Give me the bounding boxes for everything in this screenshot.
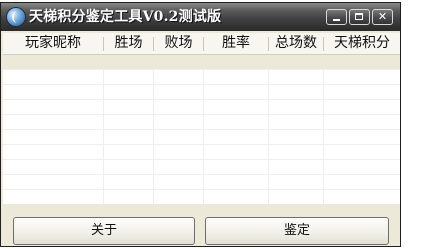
title-bar[interactable]: 天梯积分鉴定工具V0.2测试版 ✕ xyxy=(1,3,400,31)
column-header-ladder-score[interactable]: 天梯积分 xyxy=(324,33,400,54)
app-globe-icon[interactable] xyxy=(7,8,25,26)
column-header-losses[interactable]: 败场 xyxy=(154,33,203,54)
column-gridline xyxy=(323,69,324,204)
row-gridline xyxy=(3,99,400,100)
column-gridline xyxy=(103,69,104,204)
close-button[interactable]: ✕ xyxy=(372,9,393,25)
main-window: 天梯积分鉴定工具V0.2测试版 ✕ 玩家昵称 胜场 败场 胜率 总场数 天梯积分 xyxy=(0,2,401,247)
column-gridline xyxy=(203,69,204,204)
row-gridline xyxy=(3,69,400,70)
column-header-win-rate[interactable]: 胜率 xyxy=(204,33,268,54)
row-gridline xyxy=(3,84,400,85)
row-gridline xyxy=(3,189,400,190)
column-gridline xyxy=(153,69,154,204)
minimize-button[interactable] xyxy=(326,9,347,25)
column-header-bar: 玩家昵称 胜场 败场 胜率 总场数 天梯积分 xyxy=(3,33,400,55)
row-gridline xyxy=(3,159,400,160)
row-gridline xyxy=(3,114,400,115)
window-title: 天梯积分鉴定工具V0.2测试版 xyxy=(29,9,222,25)
maximize-button[interactable] xyxy=(349,9,370,25)
row-gridline xyxy=(3,129,400,130)
column-header-player-name[interactable]: 玩家昵称 xyxy=(3,33,103,54)
close-icon: ✕ xyxy=(377,10,388,23)
button-bar: 关于 鉴定 xyxy=(3,204,400,246)
column-header-wins[interactable]: 胜场 xyxy=(104,33,153,54)
column-gridline xyxy=(268,69,269,204)
row-gridline xyxy=(3,144,400,145)
about-button[interactable]: 关于 xyxy=(13,217,195,245)
row-gridline xyxy=(3,174,400,175)
player-list[interactable] xyxy=(3,55,400,204)
evaluate-button[interactable]: 鉴定 xyxy=(205,217,389,245)
list-top-strip xyxy=(3,55,400,69)
column-header-total-games[interactable]: 总场数 xyxy=(269,33,323,54)
